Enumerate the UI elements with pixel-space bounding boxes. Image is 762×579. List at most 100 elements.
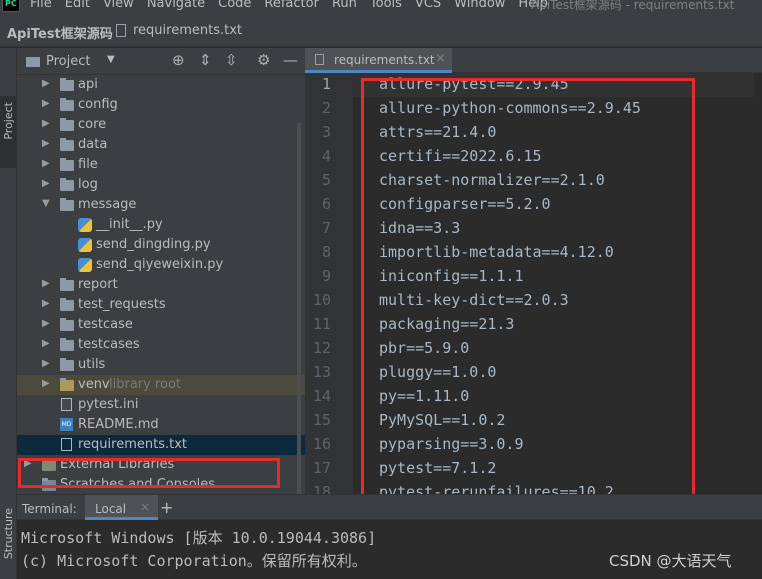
terminal-title: Terminal:: [22, 502, 77, 516]
chevron-down-icon[interactable]: ▼: [42, 198, 50, 209]
tree-item-send-qiyeweixin[interactable]: send_qiyeweixin.py: [17, 255, 305, 275]
terminal-tab-local[interactable]: Local ×: [85, 495, 158, 520]
tree-item-label: send_dingding.py: [96, 237, 211, 252]
collapse-all-icon[interactable]: ⇳: [225, 51, 238, 69]
tree-item-file[interactable]: ▶ file: [17, 155, 305, 175]
tree-item-venv[interactable]: ▶ venv library root: [17, 375, 305, 395]
tree-item-send-dingding[interactable]: send_dingding.py: [17, 235, 305, 255]
tree-item-label: data: [78, 137, 108, 152]
tree-item-data[interactable]: ▶ data: [17, 135, 305, 155]
chevron-right-icon[interactable]: ▶: [42, 98, 50, 109]
chevron-right-icon[interactable]: ▶: [42, 338, 50, 349]
folder-icon: [60, 338, 74, 351]
chevron-right-icon[interactable]: ▶: [42, 138, 50, 149]
chevron-down-icon[interactable]: ▼: [107, 54, 115, 65]
folder-icon: [60, 198, 74, 211]
tree-item-label: test_requests: [78, 297, 166, 312]
chevron-right-icon[interactable]: ▶: [42, 378, 50, 389]
menu-file[interactable]: File: [30, 0, 52, 11]
watermark: CSDN @大语天气: [609, 552, 732, 570]
window-title: ApiTest框架源码 - requirements.txt: [531, 0, 735, 12]
tree-item-init-py[interactable]: __init__.py: [17, 215, 305, 235]
editor-tab-requirements[interactable]: requirements.txt ×: [305, 48, 452, 73]
project-tree: ▶ api ▶ config ▶ core ▶ data ▶ file ▶ lo…: [17, 75, 305, 494]
tree-item-label: testcases: [78, 337, 140, 352]
menu-navigate[interactable]: Navigate: [147, 0, 205, 11]
menu-code[interactable]: Code: [218, 0, 251, 11]
project-panel-title[interactable]: Project: [46, 54, 90, 69]
chevron-right-icon[interactable]: ▶: [42, 318, 50, 329]
chevron-right-icon[interactable]: ▶: [42, 278, 50, 289]
menu-edit[interactable]: Edit: [65, 0, 90, 11]
menu-vcs[interactable]: VCS: [415, 0, 441, 11]
breadcrumb-separator-icon: ›: [107, 22, 113, 37]
tree-item-config[interactable]: ▶ config: [17, 95, 305, 115]
close-icon[interactable]: ×: [435, 51, 446, 66]
tree-item-label: message: [78, 197, 137, 212]
editor-scrollbar[interactable]: [754, 73, 762, 494]
highlight-box-code: [361, 78, 695, 500]
folder-icon: [60, 358, 74, 371]
menu-refactor[interactable]: Refactor: [264, 0, 319, 11]
chevron-right-icon[interactable]: ▶: [42, 158, 50, 169]
close-icon[interactable]: ×: [140, 500, 150, 514]
locate-file-icon[interactable]: ⊕: [172, 51, 185, 69]
tree-item-pytest-ini[interactable]: pytest.ini: [17, 395, 305, 415]
tree-item-utils[interactable]: ▶ utils: [17, 355, 305, 375]
tree-item-message[interactable]: ▼ message: [17, 195, 305, 215]
breadcrumb-project[interactable]: ApiTest框架源码: [7, 23, 113, 42]
tree-item-label: report: [78, 277, 118, 292]
minimize-icon[interactable]: —: [283, 51, 298, 69]
tree-item-test-requests[interactable]: ▶ test_requests: [17, 295, 305, 315]
breadcrumb-file[interactable]: requirements.txt: [133, 23, 242, 38]
chevron-right-icon[interactable]: ▶: [42, 118, 50, 129]
tree-item-requirements[interactable]: requirements.txt: [17, 435, 305, 455]
tree-item-label: log: [78, 177, 98, 192]
line-number: 3: [321, 123, 331, 141]
tree-item-log[interactable]: ▶ log: [17, 175, 305, 195]
tree-item-label: core: [78, 117, 107, 132]
chevron-right-icon[interactable]: ▶: [42, 178, 50, 189]
tree-item-label: venv: [78, 377, 110, 392]
folder-icon: [60, 98, 74, 111]
editor-tab-label: requirements.txt: [334, 53, 435, 67]
line-number: 12: [312, 339, 331, 357]
tree-scrollbar[interactable]: [297, 123, 301, 494]
tree-item-testcase[interactable]: ▶ testcase: [17, 315, 305, 335]
menu-view[interactable]: View: [103, 0, 134, 11]
editor-tab-bar: requirements.txt ×: [305, 48, 762, 73]
tree-item-report[interactable]: ▶ report: [17, 275, 305, 295]
expand-all-icon[interactable]: ⇕: [199, 51, 212, 69]
line-number: 17: [312, 459, 331, 477]
tree-item-api[interactable]: ▶ api: [17, 75, 305, 95]
menu-run[interactable]: Run: [332, 0, 357, 11]
project-side-tab-label: Project: [2, 102, 15, 140]
python-file-icon: [78, 238, 92, 252]
add-terminal-icon[interactable]: +: [160, 498, 173, 517]
breadcrumb: ApiTest框架源码 › requirements.txt: [0, 13, 762, 47]
gear-icon[interactable]: ⚙: [257, 51, 270, 69]
tree-item-label: README.md: [78, 417, 159, 432]
left-tool-strip: Project Structure: [0, 48, 17, 579]
structure-side-tab[interactable]: Structure: [2, 508, 15, 559]
folder-icon: [60, 118, 74, 131]
tree-item-readme[interactable]: MD README.md: [17, 415, 305, 435]
tree-item-label: api: [78, 77, 98, 92]
chevron-right-icon[interactable]: ▶: [42, 358, 50, 369]
tree-item-core[interactable]: ▶ core: [17, 115, 305, 135]
tree-item-label: send_qiyeweixin.py: [96, 257, 224, 272]
line-number: 10: [312, 291, 331, 309]
chevron-right-icon[interactable]: ▶: [42, 78, 50, 89]
folder-icon: [60, 278, 74, 291]
tree-item-label: pytest.ini: [78, 397, 139, 412]
tree-item-testcases[interactable]: ▶ testcases: [17, 335, 305, 355]
menu-window[interactable]: Window: [454, 0, 505, 11]
project-side-tab[interactable]: Project: [0, 96, 16, 168]
folder-icon: [60, 298, 74, 311]
tree-item-label: file: [78, 157, 98, 172]
chevron-right-icon[interactable]: ▶: [42, 298, 50, 309]
menu-tools[interactable]: Tools: [370, 0, 402, 11]
folder-icon: [60, 318, 74, 331]
folder-icon: [60, 78, 74, 91]
line-number: 9: [321, 267, 331, 285]
